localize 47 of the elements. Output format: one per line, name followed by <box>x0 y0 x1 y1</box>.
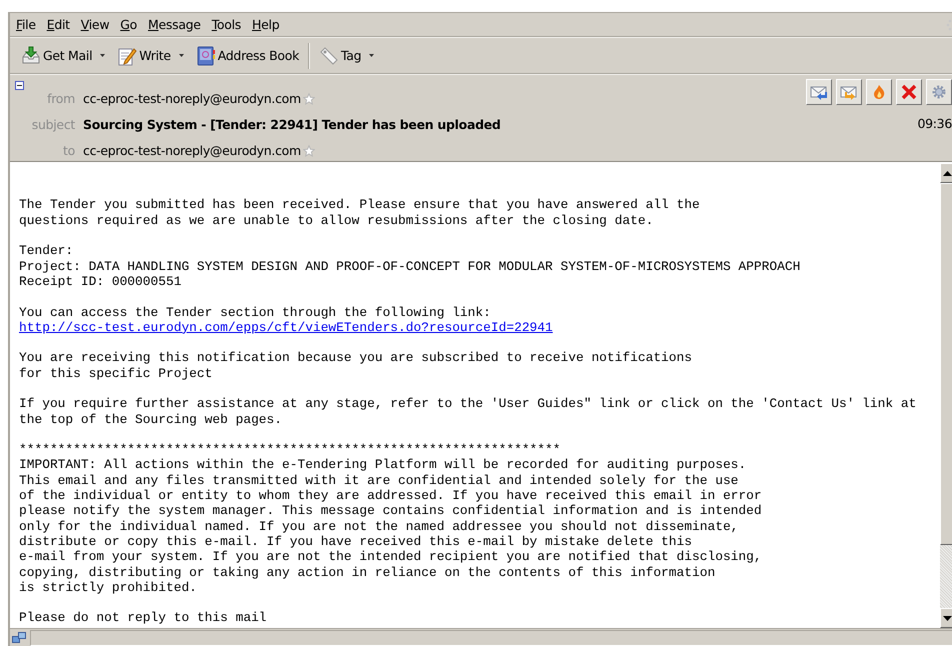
action-button[interactable] <box>836 78 862 105</box>
message-paragraph: You are receiving this notification because you are subscribed to receive notifications for this specific Project <box>19 350 692 381</box>
up-arrow-icon[interactable] <box>942 170 952 176</box>
message-paragraph: You can access the Tender section through the following link: <box>19 304 491 320</box>
menu-item[interactable]: View <box>80 17 110 32</box>
menu-item[interactable]: Tools <box>212 17 242 32</box>
toolbar-button[interactable]: Tag <box>316 44 382 68</box>
tag-icon <box>319 46 340 66</box>
message-paragraph: Tender: Project: DATA HANDLING SYSTEM DESIGN AND PROOF-OF-CONCEPT FOR MODULAR SYSTEM-OF-MICROSYSTEMS APPROACH Receipt ID: 000000551 <box>19 243 800 290</box>
toolbar-button[interactable]: Write <box>114 44 191 68</box>
tender-link[interactable]: http://scc-test.eurodyn.com/epps/cft/viewETenders.do?resourceId=22941 <box>19 320 553 336</box>
scrollbar-thumb[interactable] <box>940 183 952 546</box>
message-paragraph: If you require further assistance at any stage, refer to the 'User Guides" link or click on the 'Contact Us' link at the top of the Sourcing web pages. <box>19 396 916 427</box>
envelope-icon <box>840 84 858 100</box>
menu-item[interactable]: File <box>16 17 36 32</box>
action-button[interactable] <box>926 78 952 105</box>
menu-item[interactable]: Help <box>252 17 280 32</box>
pencil-icon <box>117 46 138 66</box>
message-paragraph: Please do not reply to this mail <box>19 610 267 626</box>
field-value: Sourcing System - [Tender: 22941] Tender has been uploaded <box>83 117 501 132</box>
toolbar-button[interactable]: Get Mail <box>18 44 112 68</box>
action-button[interactable] <box>866 78 892 105</box>
star-icon[interactable] <box>302 144 315 157</box>
field-label: to <box>62 143 75 158</box>
gear-icon <box>930 84 948 100</box>
action-button[interactable] <box>806 78 832 105</box>
network-icon[interactable] <box>12 632 26 644</box>
message-paragraph: The Tender you submitted has been received. Please ensure that you have answered all the questions required as we are unable to allow resubmissions after the closing date. <box>19 197 700 228</box>
menu-item[interactable]: Edit <box>46 17 70 32</box>
message-paragraph: ********************************************************************** IMPORTANT: All actions within the e-Tendering Platform will be recorded for auditing purposes. This email and any files transmitted with it are confidential and intended solely for the use of the individual or entity to whom they are addressed. If you have received this email in error please notify the system manager. This message contains confidential information and is intended only for the individual named. If you are not the named addressee you should not disseminate, distribute or copy this e-mail. If you have received this e-mail by mistake delete this e-mail from your system. If you are not the intended recipient you are notified that disclosing, copying, distributing or taking any action in reliance on the contents of this information is strictly prohibited. <box>19 442 762 596</box>
menu-item[interactable]: Go <box>120 17 137 32</box>
message-time: 09:36 <box>917 116 952 131</box>
field-label: subject <box>30 117 75 132</box>
collapse-icon[interactable] <box>15 80 24 90</box>
down-arrow-icon[interactable] <box>942 616 952 621</box>
field-value: cc-eproc-test-noreply@eurodyn.com <box>83 91 301 106</box>
toolbar-button[interactable]: Address Book <box>192 44 302 68</box>
inbox-icon <box>21 46 41 66</box>
close-icon <box>900 84 918 100</box>
action-button[interactable] <box>896 78 922 105</box>
book-icon <box>196 46 216 66</box>
menu-item[interactable]: Message <box>148 17 201 32</box>
star-icon[interactable] <box>302 92 315 105</box>
envelope-icon <box>810 84 828 100</box>
field-value: cc-eproc-test-noreply@eurodyn.com <box>83 143 301 158</box>
field-label: from <box>46 91 75 106</box>
scrollbar[interactable] <box>940 163 952 628</box>
